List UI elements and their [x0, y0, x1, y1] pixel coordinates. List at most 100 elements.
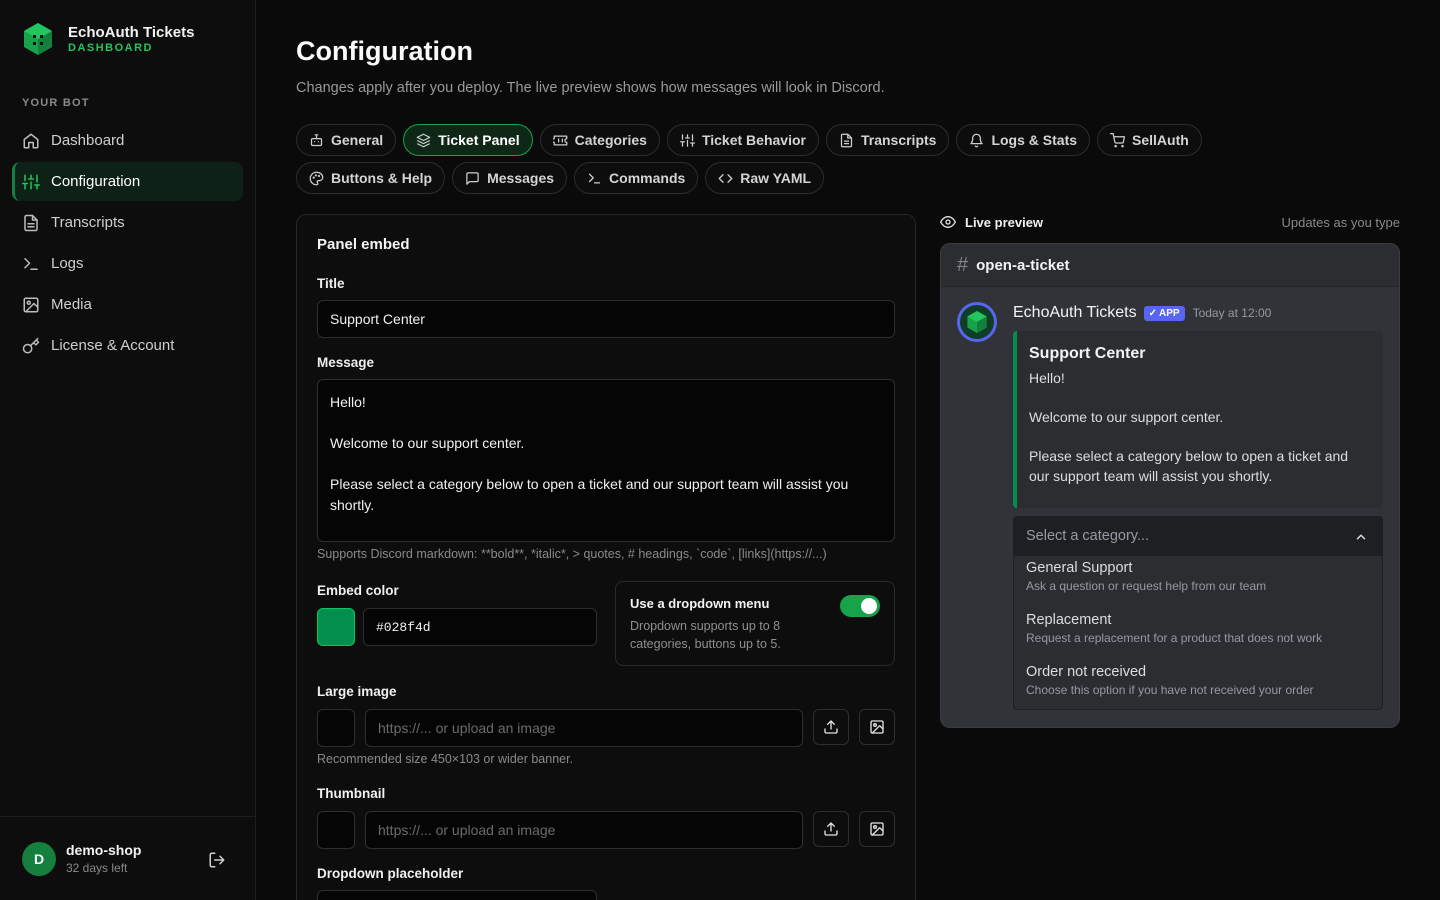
card-title: Panel embed: [317, 236, 410, 253]
code-icon: [718, 173, 733, 183]
tab-raw-yaml[interactable]: Raw YAML: [705, 162, 825, 194]
sidebar-item-media[interactable]: Media: [12, 285, 243, 324]
select-placeholder: Select a category...: [1026, 528, 1150, 544]
thumbnail-media-button[interactable]: [859, 811, 895, 847]
tab-label: Raw YAML: [740, 170, 812, 186]
embed-line: [1029, 389, 1371, 409]
discord-preview: # open-a-ticket EchoAuth Tickets ✓ APP T…: [940, 243, 1400, 728]
file-icon: [840, 133, 853, 147]
sidebar-item-license[interactable]: License & Account: [12, 326, 243, 365]
sliders-icon: [22, 174, 40, 189]
tab-label: Transcripts: [860, 132, 937, 148]
tab-logs-stats[interactable]: Logs & Stats: [956, 124, 1091, 156]
category-option-replacement[interactable]: Replacement Request a replacement for a …: [1026, 612, 1322, 645]
tab-sellauth[interactable]: SellAuth: [1097, 124, 1202, 156]
sidebar-nav: Dashboard Configuration Transcripts Logs…: [12, 121, 243, 367]
brand-title: EchoAuth Tickets: [68, 23, 195, 41]
tab-general[interactable]: General: [296, 124, 397, 156]
message-line: [330, 454, 882, 475]
embed-preview: Support Center Hello! Welcome to our sup…: [1013, 331, 1383, 508]
logout-icon[interactable]: [208, 851, 226, 869]
terminal-icon: [24, 257, 38, 270]
sliders-icon: [679, 133, 695, 147]
cart-icon: [1110, 132, 1126, 147]
large-image-upload-button[interactable]: [813, 709, 849, 745]
large-image-input[interactable]: https://... or upload an image: [365, 709, 803, 747]
dropdown-toggle-box: Use a dropdown menu Dropdown supports up…: [615, 581, 895, 666]
bell-icon: [970, 133, 984, 147]
image-icon: [870, 822, 884, 836]
cube-icon: [967, 311, 987, 333]
category-option-order-not-received[interactable]: Order not received Choose this option if…: [1026, 664, 1314, 697]
sidebar-item-dashboard[interactable]: Dashboard: [12, 121, 243, 160]
embed-body: Hello! Welcome to our support center. Pl…: [1029, 369, 1371, 486]
sidebar-item-logs[interactable]: Logs: [12, 244, 243, 283]
key-icon: [22, 337, 40, 353]
large-image-media-button[interactable]: [859, 709, 895, 745]
sidebar-section-label: YOUR BOT: [22, 97, 90, 109]
category-select[interactable]: Select a category...: [1013, 516, 1383, 556]
tab-ticket-panel[interactable]: Ticket Panel: [403, 124, 533, 156]
thumbnail-label: Thumbnail: [317, 786, 386, 801]
color-swatch[interactable]: [317, 608, 355, 646]
robot-icon: [310, 133, 323, 146]
cube-icon: [24, 23, 52, 55]
tab-label: Logs & Stats: [991, 132, 1078, 148]
large-image-help: Recommended size 450×103 or wider banner…: [317, 752, 574, 766]
tab-label: SellAuth: [1132, 132, 1189, 148]
sidebar-item-label: License & Account: [51, 337, 175, 354]
preview-label: Live preview: [965, 214, 1044, 230]
category-option-general[interactable]: General Support Ask a question or reques…: [1026, 560, 1266, 593]
terminal-icon: [588, 173, 601, 183]
color-hex-input[interactable]: #028f4d: [363, 608, 597, 646]
embed-line: Welcome to our support center.: [1029, 409, 1224, 425]
option-label: Replacement: [1026, 612, 1112, 628]
sidebar-item-label: Dashboard: [51, 132, 125, 149]
preview-note: Updates as you type: [1281, 214, 1400, 230]
layers-icon: [416, 133, 431, 147]
message-line: [330, 413, 882, 434]
category-options: General Support Ask a question or reques…: [1013, 556, 1383, 710]
large-image-thumb: [317, 709, 355, 747]
sidebar: EchoAuth Tickets DASHBOARD YOUR BOT Dash…: [0, 0, 256, 900]
message-textarea[interactable]: Hello! Welcome to our support center. Pl…: [317, 379, 895, 542]
app-badge-label: APP: [1159, 307, 1180, 319]
toggle-desc: Dropdown supports up to 8 categories, bu…: [630, 619, 781, 651]
thumbnail-thumb: [317, 811, 355, 849]
sidebar-item-configuration[interactable]: Configuration: [12, 162, 243, 201]
app-badge: ✓ APP: [1143, 305, 1185, 321]
tab-messages[interactable]: Messages: [452, 162, 568, 194]
avatar[interactable]: D: [22, 841, 56, 876]
image-icon: [870, 720, 884, 734]
brand[interactable]: EchoAuth Tickets DASHBOARD: [22, 22, 194, 56]
sidebar-item-transcripts[interactable]: Transcripts: [12, 203, 243, 242]
embed-title: Support Center: [1029, 345, 1146, 362]
chevron-up-icon: [1356, 534, 1366, 540]
config-tabs: General Ticket Panel Categories Ticket B…: [296, 124, 1336, 194]
brand-subtitle: DASHBOARD: [68, 41, 153, 54]
thumbnail-upload-button[interactable]: [813, 811, 849, 847]
tab-label: Ticket Panel: [438, 132, 520, 148]
embed-line: Hello!: [1029, 370, 1065, 386]
image-icon: [23, 297, 39, 312]
tab-transcripts[interactable]: Transcripts: [825, 124, 950, 156]
tab-commands[interactable]: Commands: [574, 162, 699, 194]
dropdown-placeholder-input[interactable]: [317, 890, 597, 900]
tab-label: General: [331, 132, 384, 148]
tab-categories[interactable]: Categories: [539, 124, 660, 156]
message-icon: [466, 171, 479, 185]
embed-line: [1029, 428, 1371, 448]
embed-color-label: Embed color: [317, 583, 399, 598]
dropdown-toggle-switch[interactable]: [840, 595, 880, 617]
tab-buttons-help[interactable]: Buttons & Help: [296, 162, 446, 194]
sidebar-item-label: Configuration: [51, 173, 141, 190]
license-days-left: 32 days left: [66, 861, 128, 875]
title-input[interactable]: Support Center: [317, 300, 895, 338]
tab-ticket-behavior[interactable]: Ticket Behavior: [666, 124, 819, 156]
tab-label: Categories: [574, 132, 647, 148]
message-time: Today at 12:00: [1192, 306, 1272, 320]
message-header: EchoAuth Tickets ✓ APP Today at 12:00: [1013, 304, 1271, 322]
upload-icon: [824, 822, 838, 836]
thumbnail-input[interactable]: https://... or upload an image: [365, 811, 803, 849]
message-line: Welcome to our support center.: [330, 435, 525, 451]
